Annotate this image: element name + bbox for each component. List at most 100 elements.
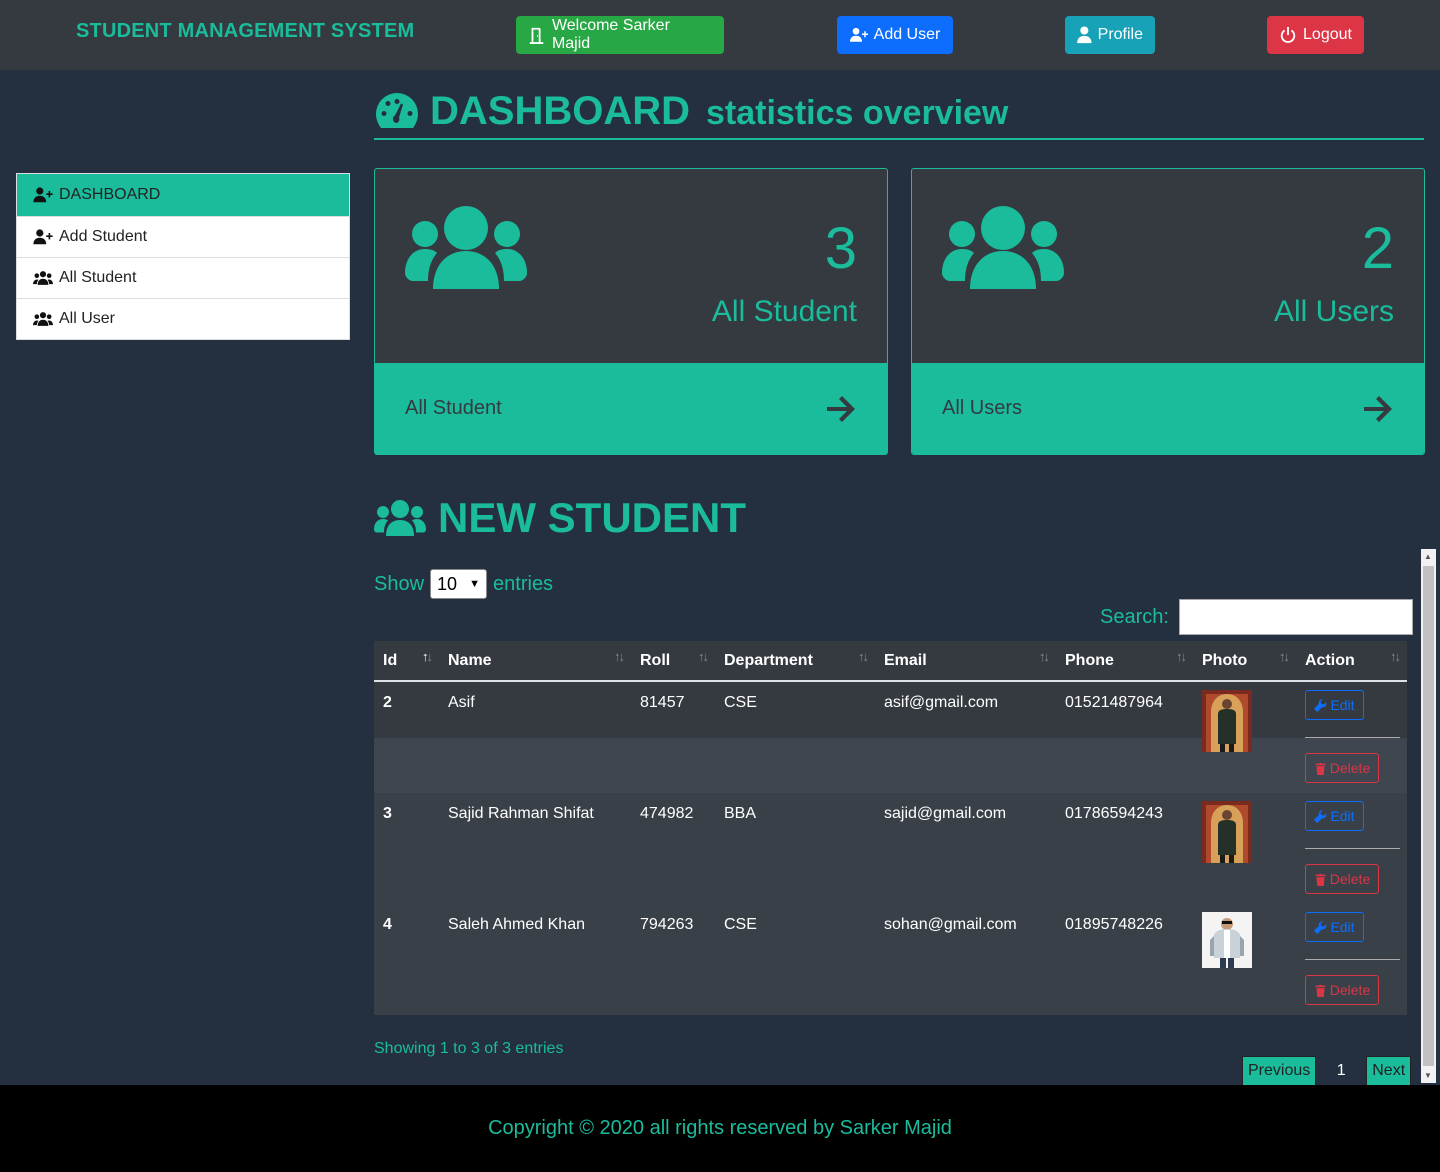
cell-department: BBA — [715, 793, 875, 904]
all-users-link[interactable]: All Users — [912, 363, 1424, 454]
pagination: Previous 1 Next — [1242, 1056, 1412, 1086]
search-input[interactable] — [1178, 599, 1413, 635]
entries-select[interactable]: 10 ▼ — [430, 569, 488, 599]
column-header-photo[interactable]: Photo ↑↓ — [1193, 641, 1296, 682]
arrow-right-icon — [1364, 395, 1392, 422]
wrench-icon — [1314, 809, 1327, 823]
profile-button[interactable]: Profile — [1065, 16, 1155, 54]
door-icon — [529, 27, 544, 44]
column-header-roll[interactable]: Roll ↑↓ — [631, 641, 715, 682]
scrollbar[interactable]: ▲ ▼ — [1421, 549, 1436, 1083]
sidebar-item-all-student[interactable]: All Student — [17, 257, 349, 298]
section-title-text: NEW STUDENT — [438, 494, 746, 541]
divider — [1305, 848, 1400, 849]
welcome-button[interactable]: Welcome Sarker Majid — [516, 16, 724, 54]
column-header-label: Name — [448, 651, 492, 669]
delete-label: Delete — [1329, 982, 1371, 998]
sort-icon: ↑↓ — [614, 649, 625, 664]
cell-roll: 794263 — [631, 904, 715, 1015]
column-header-id[interactable]: Id ↑↓ — [374, 641, 439, 682]
add-user-label: Add User — [873, 26, 941, 43]
page-title-sub: statistics overview — [706, 93, 1009, 132]
page-title-main: DASHBOARD — [430, 88, 690, 133]
cell-name: Asif — [439, 681, 631, 793]
student-count-label: All Student — [711, 295, 857, 328]
column-header-action[interactable]: Action ↑↓ — [1296, 641, 1407, 682]
edit-label: Edit — [1330, 808, 1355, 824]
sort-icon: ↑↓ — [1176, 649, 1187, 664]
user-plus-icon — [33, 187, 53, 203]
sidebar-item-add-student[interactable]: Add Student — [17, 216, 349, 257]
delete-button[interactable]: Delete — [1305, 753, 1379, 783]
cell-name: Saleh Ahmed Khan — [439, 904, 631, 1015]
scroll-up-icon[interactable]: ▲ — [1424, 552, 1432, 561]
edit-button[interactable]: Edit — [1305, 801, 1364, 831]
user-plus-icon — [33, 229, 53, 245]
cell-phone: 01521487964 — [1056, 681, 1193, 793]
wrench-icon — [1314, 698, 1327, 712]
column-header-phone[interactable]: Phone ↑↓ — [1056, 641, 1193, 682]
entries-select-value: 10 — [437, 573, 458, 594]
table-row: 4 Saleh Ahmed Khan 794263 CSE sohan@gmai… — [374, 904, 1407, 1015]
stat-card-users: 2 All Users All Users — [911, 168, 1425, 455]
cell-photo — [1193, 904, 1296, 1015]
users-icon — [374, 500, 426, 536]
welcome-label: Welcome Sarker Majid — [551, 17, 670, 52]
user-count: 2 — [1361, 216, 1394, 281]
next-button[interactable]: Next — [1366, 1056, 1412, 1086]
column-header-label: Phone — [1065, 651, 1114, 669]
column-header-label: Action — [1305, 651, 1355, 669]
sidebar-item-dashboard[interactable]: DASHBOARD — [17, 174, 349, 216]
brand-title[interactable]: STUDENT MANAGEMENT SYSTEM — [76, 20, 414, 43]
edit-label: Edit — [1330, 697, 1355, 713]
cell-roll: 81457 — [631, 681, 715, 793]
cell-email: asif@gmail.com — [875, 681, 1056, 793]
users-icon — [942, 206, 1064, 289]
sidebar-item-label: All User — [59, 310, 116, 327]
column-header-name[interactable]: Name ↑↓ — [439, 641, 631, 682]
cell-id: 2 — [374, 681, 439, 793]
table-row: 2 Asif 81457 CSE asif@gmail.com 01521487… — [374, 681, 1407, 793]
footer: Copyright © 2020 all rights reserved by … — [0, 1085, 1440, 1172]
cell-photo — [1193, 681, 1296, 793]
card-footer-label: All Student — [405, 397, 502, 419]
delete-button[interactable]: Delete — [1305, 975, 1379, 1005]
edit-label: Edit — [1330, 919, 1355, 935]
previous-button[interactable]: Previous — [1242, 1056, 1317, 1086]
card-footer-label: All Users — [942, 397, 1023, 419]
user-count-label: All Users — [1273, 295, 1394, 328]
users-icon — [33, 312, 53, 326]
add-user-button[interactable]: Add User — [837, 16, 953, 54]
column-header-email[interactable]: Email ↑↓ — [875, 641, 1056, 682]
trash-icon — [1315, 873, 1326, 886]
tachometer-icon — [376, 93, 418, 128]
cell-phone: 01895748226 — [1056, 904, 1193, 1015]
all-student-link[interactable]: All Student — [375, 363, 887, 454]
student-photo — [1202, 912, 1252, 968]
user-plus-icon — [849, 27, 868, 42]
sort-asc-icon: ↑↓ — [422, 649, 433, 664]
sidebar-item-all-user[interactable]: All User — [17, 298, 349, 339]
logout-label: Logout — [1303, 26, 1352, 43]
scroll-down-icon[interactable]: ▼ — [1424, 1071, 1432, 1080]
edit-button[interactable]: Edit — [1305, 690, 1364, 720]
student-photo — [1202, 690, 1252, 752]
cell-email: sajid@gmail.com — [875, 793, 1056, 904]
table-info: Showing 1 to 3 of 3 entries — [374, 1040, 564, 1057]
sidebar: DASHBOARD Add Student All Student All Us… — [16, 173, 350, 340]
scrollbar-thumb[interactable] — [1423, 566, 1434, 1066]
cell-id: 3 — [374, 793, 439, 904]
trash-icon — [1315, 762, 1326, 775]
column-header-label: Id — [383, 651, 398, 669]
page-number[interactable]: 1 — [1316, 1062, 1366, 1080]
delete-button[interactable]: Delete — [1305, 864, 1379, 894]
cell-name: Sajid Rahman Shifat — [439, 793, 631, 904]
users-icon — [405, 206, 527, 289]
sort-icon: ↑↓ — [698, 649, 709, 664]
edit-button[interactable]: Edit — [1305, 912, 1364, 942]
divider — [1305, 959, 1400, 960]
logout-button[interactable]: Logout — [1267, 16, 1364, 54]
chevron-down-icon: ▼ — [469, 578, 481, 590]
column-header-department[interactable]: Department ↑↓ — [715, 641, 875, 682]
cell-photo — [1193, 793, 1296, 904]
